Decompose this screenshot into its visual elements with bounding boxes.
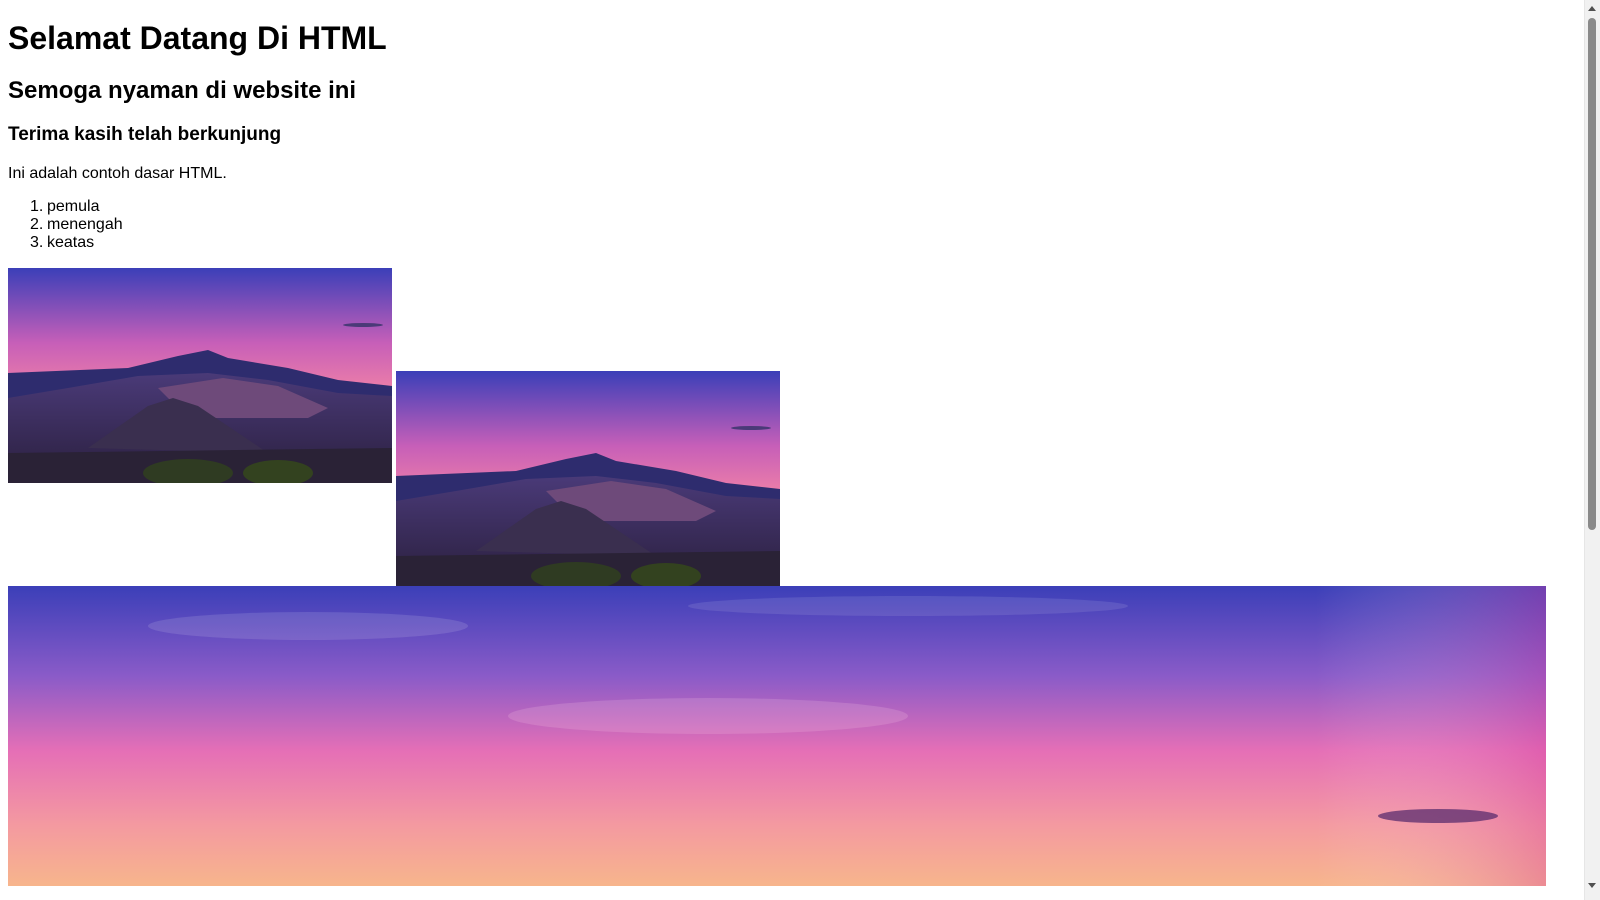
list-item: 1. pemula	[8, 198, 123, 216]
level-list: 1. pemula 2. menengah 3. keatas	[8, 198, 123, 252]
list-item: 3. keatas	[8, 234, 123, 252]
list-item-label: keatas	[47, 234, 95, 251]
list-item: 2. menengah	[8, 216, 123, 234]
scroll-up-arrow-icon[interactable]	[1588, 6, 1596, 11]
volcano-landscape-image	[8, 268, 392, 483]
list-item-label: menengah	[47, 216, 123, 233]
list-item-number: 1.	[30, 198, 44, 215]
intro-paragraph: Ini adalah contoh dasar HTML.	[8, 165, 227, 182]
page-subtitle: Semoga nyaman di website ini	[8, 77, 357, 104]
list-item-label: pemula	[47, 198, 100, 215]
scroll-down-arrow-icon[interactable]	[1588, 883, 1596, 888]
sunset-sky-image	[8, 586, 1546, 886]
vertical-scrollbar[interactable]	[1584, 0, 1600, 900]
volcano-landscape-image	[396, 371, 780, 586]
scrollbar-thumb[interactable]	[1588, 18, 1596, 530]
list-item-number: 3.	[30, 234, 44, 251]
page-title: Selamat Datang Di HTML	[8, 20, 387, 56]
page-tagline: Terima kasih telah berkunjung	[8, 124, 282, 145]
list-item-number: 2.	[30, 216, 44, 233]
